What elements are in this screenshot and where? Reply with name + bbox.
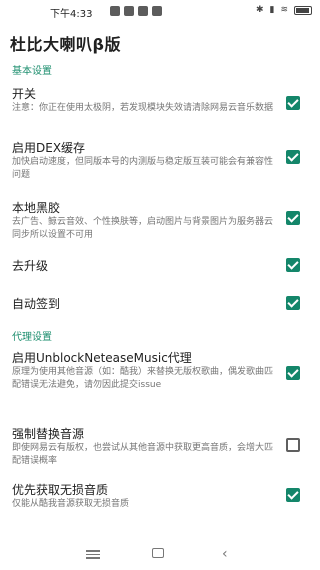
wifi-icon: ≋ — [280, 5, 288, 15]
app-toolbar: 杜比大喇叭β版 — [0, 24, 320, 58]
pref-title: 启用DEX缓存 — [12, 141, 86, 155]
pref-summary: 仅能从酷我音源获取无损音质 — [12, 499, 130, 509]
pref-summary: 加快启动速度，但同版本号的内测版与稳定版互装可能会有兼容性问题 — [12, 157, 274, 180]
pref-summary: 即使网易云有版权，也尝试从其他音源中获取更高音质，会增大匹配错误概率 — [12, 443, 274, 466]
pref-auto-signin[interactable]: 自动签到 — [0, 282, 320, 324]
pref-title: 强制替换音源 — [12, 427, 85, 441]
pref-title: 本地黑胶 — [12, 201, 61, 215]
pref-dex-cache-checkbox[interactable] — [286, 150, 300, 164]
pref-enable-checkbox[interactable] — [286, 96, 300, 110]
notification-icons — [110, 6, 162, 16]
system-nav-bar: ‹ — [0, 538, 320, 570]
notification-app-icon — [152, 6, 162, 16]
section-header-proxy: 代理设置 — [12, 331, 52, 343]
pref-title: 启用UnblockNeteaseMusic代理 — [12, 351, 192, 365]
status-bar: 下午4:33 ✱ ▮ ≋ — [0, 0, 320, 24]
home-icon[interactable] — [152, 548, 166, 560]
status-time: 下午4:33 — [50, 9, 93, 20]
bluetooth-icon: ✱ — [255, 5, 264, 15]
pref-local-vinyl-checkbox[interactable] — [286, 211, 300, 225]
signal-icon: ▮ — [269, 5, 275, 15]
pref-force-replace-checkbox[interactable] — [286, 438, 300, 452]
status-right-icons: ✱ ▮ ≋ — [256, 5, 312, 15]
pref-summary: 去广告、鲸云音效、个性换肤等，启动图片与背景图片为服务器云同步所以设置不可用 — [12, 217, 274, 240]
section-header-basic: 基本设置 — [12, 65, 52, 77]
battery-icon — [294, 5, 312, 15]
menu-icon[interactable] — [86, 548, 100, 560]
pref-title: 开关 — [12, 87, 37, 101]
back-icon[interactable]: ‹ — [222, 547, 236, 561]
pref-summary: 原理为使用其他音源（如：酷我）来替换无版权歌曲，偶发歌曲匹配错误无法避免，请勿因… — [12, 367, 274, 390]
settings-list[interactable]: 基本设置 开关 注意：你正在使用太极阴，若发现模块失效请清除网易云音乐数据 启用… — [0, 58, 320, 538]
pref-lossless[interactable]: 优先获取无损音质 仅能从酷我音源获取无损音质 — [0, 470, 320, 516]
pref-dex-cache[interactable]: 启用DEX缓存 加快启动速度，但同版本号的内测版与稳定版互装可能会有兼容性问题 — [0, 128, 320, 188]
app-title: 杜比大喇叭β版 — [10, 35, 121, 54]
pref-local-vinyl[interactable]: 本地黑胶 去广告、鲸云音效、个性换肤等，启动图片与背景图片为服务器云同步所以设置… — [0, 188, 320, 248]
pref-force-replace[interactable]: 强制替换音源 即使网易云有版权，也尝试从其他音源中获取更高音质，会增大匹配错误概… — [0, 412, 320, 470]
pref-unblock-proxy-checkbox[interactable] — [286, 366, 300, 380]
pref-no-upgrade-checkbox[interactable] — [286, 258, 300, 272]
pref-no-upgrade[interactable]: 去升级 — [0, 248, 320, 282]
notification-app-icon — [124, 6, 134, 16]
pref-unblock-proxy[interactable]: 启用UnblockNeteaseMusic代理 原理为使用其他音源（如：酷我）来… — [0, 346, 320, 412]
pref-lossless-checkbox[interactable] — [286, 488, 300, 502]
notification-app-icon — [110, 6, 120, 16]
pref-enable[interactable]: 开关 注意：你正在使用太极阴，若发现模块失效请清除网易云音乐数据 — [0, 80, 320, 128]
pref-title: 自动签到 — [12, 297, 61, 311]
pref-title: 去升级 — [12, 259, 49, 273]
pref-summary: 注意：你正在使用太极阴，若发现模块失效请清除网易云音乐数据 — [12, 103, 274, 113]
pref-title: 优先获取无损音质 — [12, 483, 109, 497]
pref-auto-signin-checkbox[interactable] — [286, 296, 300, 310]
notification-app-icon — [138, 6, 148, 16]
